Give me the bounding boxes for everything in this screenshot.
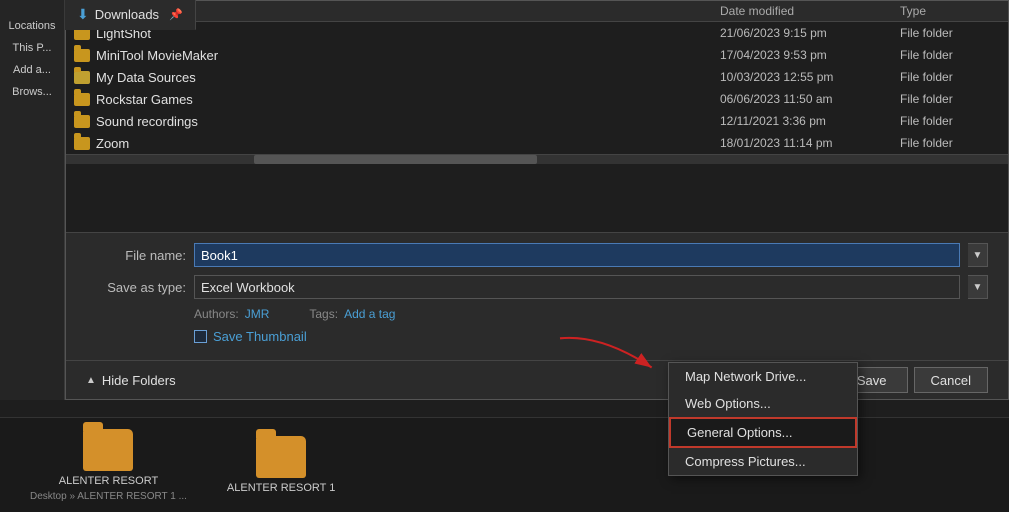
menu-item-map-network[interactable]: Map Network Drive... <box>669 363 857 390</box>
menu-item-general-options[interactable]: General Options... <box>669 417 857 448</box>
file-type: File folder <box>900 136 1000 150</box>
taskbar-folder-icon-1 <box>83 429 133 471</box>
table-row[interactable]: Sound recordings 12/11/2021 3:36 pm File… <box>66 110 1008 132</box>
taskbar-sublabel-1: Desktop » ALENTER RESORT 1 ... <box>30 491 187 502</box>
menu-item-general-options-label: General Options... <box>687 425 793 440</box>
file-list-area: Name Date modified Type LightShot 21/06/… <box>66 1 1008 232</box>
taskbar-item-1[interactable]: ALENTER RESORT Desktop » ALENTER RESORT … <box>30 429 187 502</box>
folder-icon <box>74 93 90 106</box>
sidebar-add-label: Add a... <box>13 64 51 76</box>
menu-item-web-options-label: Web Options... <box>685 396 771 411</box>
file-list: Name Date modified Type LightShot 21/06/… <box>66 1 1008 232</box>
folder-icon <box>74 137 90 150</box>
thumbnail-checkbox[interactable] <box>194 330 207 343</box>
savetype-row: Save as type: Excel Workbook ▼ <box>86 275 988 299</box>
file-name: MiniTool MovieMaker <box>96 48 218 63</box>
col-date: Date modified <box>720 4 900 18</box>
hide-folders-button[interactable]: ▲ Hide Folders <box>86 373 176 388</box>
tags-label: Tags: <box>309 307 338 321</box>
file-type: File folder <box>900 92 1000 106</box>
horizontal-scrollbar[interactable] <box>66 154 1008 164</box>
taskbar-label-2: ALENTER RESORT 1 <box>227 482 335 494</box>
file-date: 06/06/2023 11:50 am <box>720 92 900 106</box>
authors-value[interactable]: JMR <box>245 307 270 321</box>
taskbar-folder-icon-2 <box>256 436 306 478</box>
filename-row: File name: ▼ <box>86 243 988 267</box>
menu-item-map-network-label: Map Network Drive... <box>685 369 806 384</box>
file-type: File folder <box>900 114 1000 128</box>
file-type: File folder <box>900 70 1000 84</box>
file-date: 21/06/2023 9:15 pm <box>720 26 900 40</box>
hide-folders-label: Hide Folders <box>102 373 176 388</box>
thumbnail-row: Save Thumbnail <box>86 329 988 344</box>
sidebar-item-locations[interactable]: Locations <box>0 16 64 36</box>
folder-icon <box>74 115 90 128</box>
savetype-dropdown-arrow[interactable]: ▼ <box>968 275 988 299</box>
file-name: My Data Sources <box>96 70 196 85</box>
cancel-button[interactable]: Cancel <box>914 367 988 393</box>
file-type: File folder <box>900 26 1000 40</box>
thumbnail-checkbox-wrapper[interactable]: Save Thumbnail <box>194 329 307 344</box>
menu-item-compress-label: Compress Pictures... <box>685 454 806 469</box>
file-name: Zoom <box>96 136 129 151</box>
file-date: 18/01/2023 11:14 pm <box>720 136 900 150</box>
table-row[interactable]: LightShot 21/06/2023 9:15 pm File folder <box>66 22 1008 44</box>
sidebar-item-add[interactable]: Add a... <box>0 60 64 80</box>
save-dialog: Name Date modified Type LightShot 21/06/… <box>65 0 1009 400</box>
tags-item: Tags: Add a tag <box>309 307 395 321</box>
col-type: Type <box>900 4 1000 18</box>
file-date: 10/03/2023 12:55 pm <box>720 70 900 84</box>
savetype-wrapper: Excel Workbook <box>194 275 960 299</box>
file-name: Rockstar Games <box>96 92 193 107</box>
tab-label: Downloads <box>95 7 159 22</box>
pin-icon[interactable]: 📌 <box>169 8 183 21</box>
tools-dropdown-menu: Map Network Drive... Web Options... Gene… <box>668 362 858 476</box>
filename-label: File name: <box>86 248 186 263</box>
file-list-header: Name Date modified Type <box>66 1 1008 22</box>
table-row[interactable]: My Data Sources 10/03/2023 12:55 pm File… <box>66 66 1008 88</box>
taskbar-label-1: ALENTER RESORT <box>59 475 158 487</box>
authors-item: Authors: JMR <box>194 307 269 321</box>
sidebar-browse-label: Brows... <box>12 86 52 98</box>
meta-row: Authors: JMR Tags: Add a tag <box>86 307 988 321</box>
sidebar-locations-label: Locations <box>8 20 55 32</box>
folder-icon <box>74 71 90 84</box>
file-name: Sound recordings <box>96 114 198 129</box>
file-type: File folder <box>900 48 1000 62</box>
savetype-select[interactable]: Excel Workbook <box>194 275 960 299</box>
file-date: 12/11/2021 3:36 pm <box>720 114 900 128</box>
table-row[interactable]: MiniTool MovieMaker 17/04/2023 9:53 pm F… <box>66 44 1008 66</box>
authors-label: Authors: <box>194 307 239 321</box>
buttons-row: ▲ Hide Folders Tools ▼ Save Cancel <box>66 360 1008 399</box>
sidebar-item-browse[interactable]: Brows... <box>0 82 64 102</box>
table-row[interactable]: Rockstar Games 06/06/2023 11:50 am File … <box>66 88 1008 110</box>
taskbar-item-2[interactable]: ALENTER RESORT 1 <box>227 436 335 494</box>
tags-value[interactable]: Add a tag <box>344 307 395 321</box>
filename-input[interactable] <box>194 243 960 267</box>
menu-item-compress[interactable]: Compress Pictures... <box>669 448 857 475</box>
downloads-tab[interactable]: ⬇ Downloads 📌 <box>65 0 196 30</box>
scrollbar-thumb[interactable] <box>254 155 537 164</box>
filename-dropdown-arrow[interactable]: ▼ <box>968 243 988 267</box>
sidebar-thispc-label: This P... <box>13 42 52 54</box>
savetype-label: Save as type: <box>86 280 186 295</box>
file-date: 17/04/2023 9:53 pm <box>720 48 900 62</box>
download-icon: ⬇ <box>77 6 89 23</box>
folder-icon <box>74 49 90 62</box>
sidebar: Locations This P... Add a... Brows... <box>0 0 65 400</box>
sidebar-item-thispc[interactable]: This P... <box>0 38 64 58</box>
table-row[interactable]: Zoom 18/01/2023 11:14 pm File folder <box>66 132 1008 154</box>
thumbnail-label: Save Thumbnail <box>213 329 307 344</box>
chevron-up-icon: ▲ <box>86 375 96 386</box>
menu-item-web-options[interactable]: Web Options... <box>669 390 857 417</box>
form-area: File name: ▼ Save as type: Excel Workboo… <box>66 232 1008 360</box>
